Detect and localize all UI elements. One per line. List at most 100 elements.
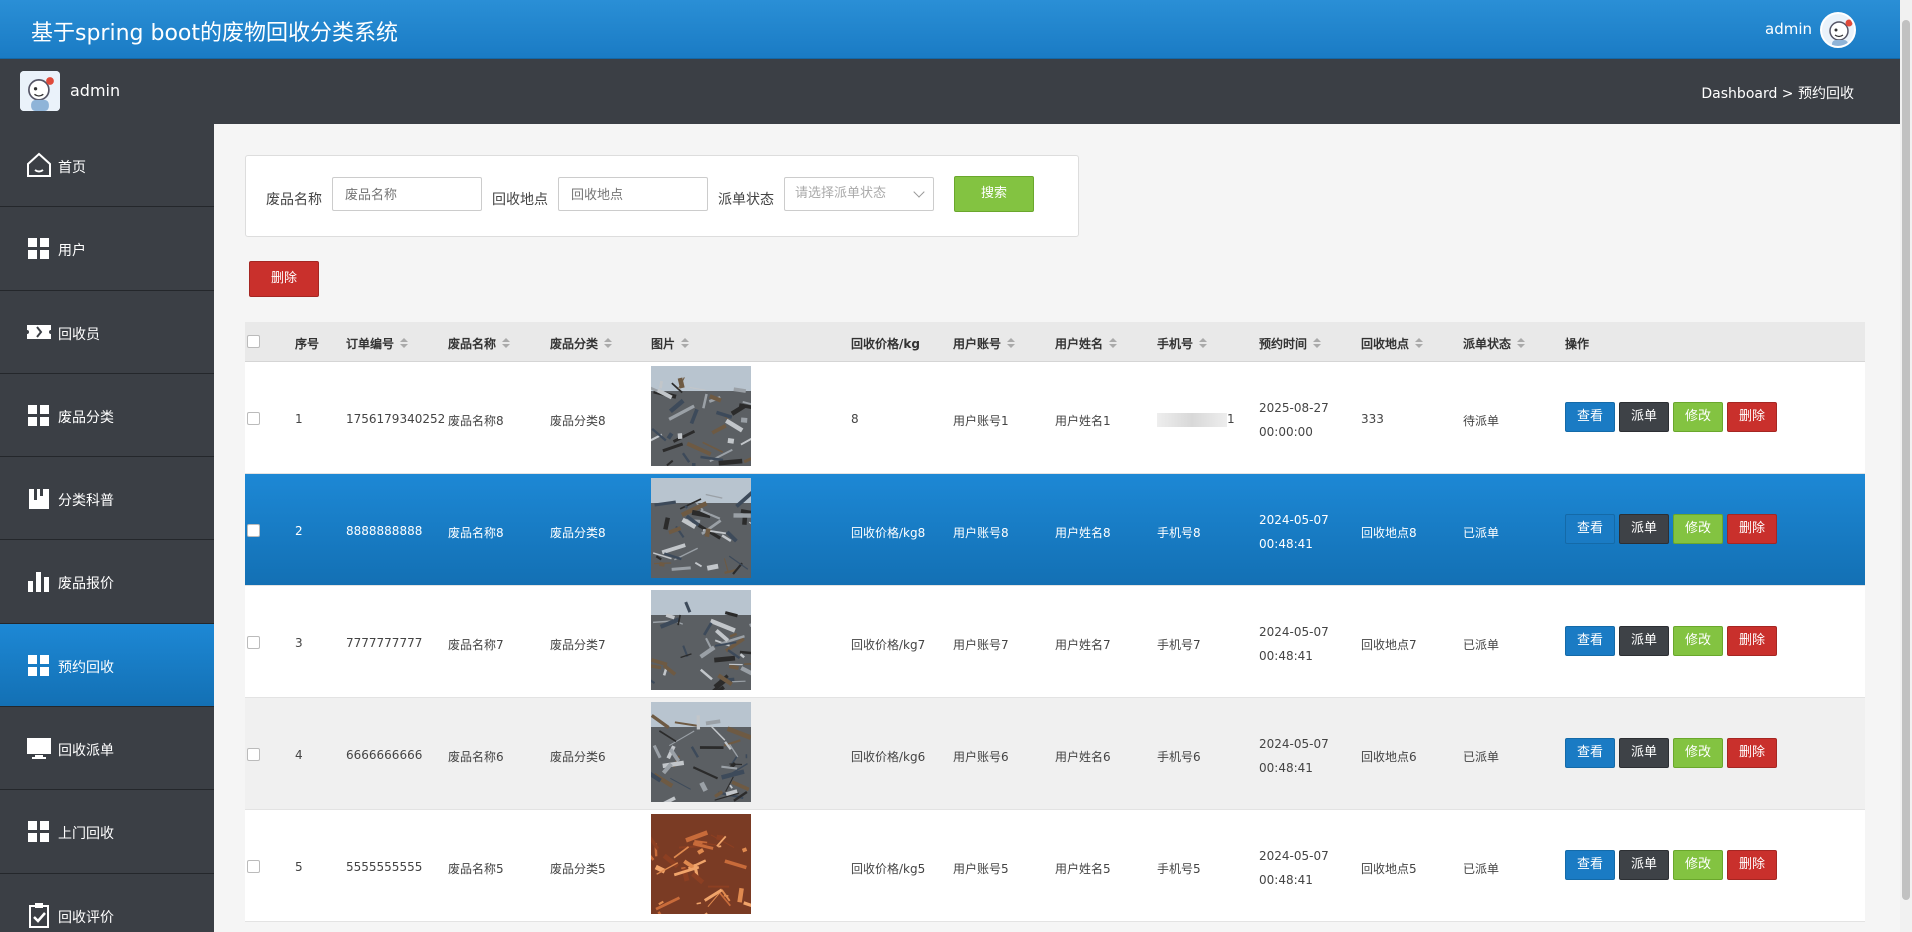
col-status[interactable]: 派单状态 [1463, 335, 1526, 352]
table-row[interactable]: 2 8888888888 废品名称8 废品分类8 回收价格/kg8 用户账号8 用户姓名8 手… [245, 474, 1865, 586]
dispatch-button[interactable]: 派单 [1619, 402, 1670, 432]
view-button[interactable]: 查看 [1565, 514, 1616, 544]
delete-button[interactable]: 删除 [1727, 738, 1778, 768]
cell-time: 2024-05-07 00:48:41 [1259, 737, 1329, 775]
col-order-no[interactable]: 订单编号 [346, 335, 409, 352]
dispatch-button[interactable]: 派单 [1619, 514, 1670, 544]
sort-icon[interactable] [1517, 338, 1526, 350]
row-checkbox[interactable] [247, 524, 260, 537]
waste-image[interactable] [651, 478, 751, 578]
col-phone[interactable]: 手机号 [1157, 335, 1208, 352]
waste-image[interactable] [651, 590, 751, 690]
sidebar-item[interactable]: 上门回收 [0, 790, 214, 874]
sidebar-item[interactable]: 回收评价 [0, 874, 214, 932]
col-username[interactable]: 用户姓名 [1055, 335, 1118, 352]
edit-button[interactable]: 修改 [1673, 850, 1724, 880]
sort-icon[interactable] [1313, 338, 1322, 350]
col-location[interactable]: 回收地点 [1361, 335, 1424, 352]
delete-button[interactable]: 删除 [1727, 514, 1778, 544]
view-button[interactable]: 查看 [1565, 402, 1616, 432]
row-checkbox[interactable] [247, 860, 260, 873]
page-scrollbar[interactable] [1900, 0, 1912, 932]
sort-icon[interactable] [502, 338, 511, 350]
waste-image[interactable] [651, 814, 751, 914]
row-actions: 查看 派单 修改 删除 [1565, 626, 1781, 656]
table-row[interactable]: 1 1756179340252 废品名称8 废品分类8 8 用户账号1 用户姓名1 1 2025… [245, 362, 1865, 474]
row-checkbox[interactable] [247, 636, 260, 649]
sort-icon[interactable] [1199, 338, 1208, 350]
sidebar-item[interactable]: 分类科普 [0, 457, 214, 541]
sidebar-item-label: 回收派单 [58, 743, 114, 760]
app-title: 基于spring boot的废物回收分类系统 [31, 21, 398, 46]
cell-status: 待派单 [1463, 414, 1500, 428]
cell-phone: 手机号7 [1157, 638, 1201, 652]
sidebar-item[interactable]: 废品分类 [0, 374, 214, 458]
row-checkbox[interactable] [247, 748, 260, 761]
sidebar-item[interactable]: 回收员 [0, 291, 214, 374]
row-checkbox[interactable] [247, 412, 260, 425]
col-account[interactable]: 用户账号 [953, 335, 1016, 352]
sidebar-item-label: 回收评价 [58, 909, 114, 926]
col-time[interactable]: 预约时间 [1259, 335, 1322, 352]
header-username[interactable]: admin [1765, 20, 1812, 38]
cell-username: 用户姓名8 [1055, 526, 1111, 540]
status-select[interactable]: 请选择派单状态 [784, 177, 934, 211]
col-time-label: 预约时间 [1259, 337, 1308, 351]
dispatch-button[interactable]: 派单 [1619, 626, 1670, 656]
col-index: 序号 [295, 337, 320, 351]
edit-button[interactable]: 修改 [1673, 626, 1724, 656]
sort-icon[interactable] [400, 338, 409, 350]
grid-icon [25, 234, 53, 262]
top-header: 基于spring boot的废物回收分类系统 admin [0, 0, 1900, 59]
cell-account: 用户账号1 [953, 414, 1009, 428]
sort-icon[interactable] [604, 338, 613, 350]
edit-button[interactable]: 修改 [1673, 402, 1724, 432]
cell-account: 用户账号6 [953, 750, 1009, 764]
location-label: 回收地点 [492, 192, 548, 208]
cell-time: 2025-08-27 00:00:00 [1259, 401, 1329, 439]
sidebar-item[interactable]: 废品报价 [0, 540, 214, 624]
view-button[interactable]: 查看 [1565, 850, 1616, 880]
waste-name-input[interactable] [332, 177, 482, 211]
cell-price: 回收价格/kg8 [851, 526, 926, 540]
cell-price: 回收价格/kg7 [851, 638, 926, 652]
waste-image[interactable] [651, 366, 751, 466]
cell-price: 回收价格/kg6 [851, 750, 926, 764]
table-row[interactable]: 5 5555555555 废品名称5 废品分类5 回收价格/kg5 用户账号5 用户姓名5 手… [245, 810, 1865, 922]
edit-button[interactable]: 修改 [1673, 514, 1724, 544]
search-button[interactable]: 搜索 [954, 176, 1034, 212]
sort-icon[interactable] [681, 338, 690, 350]
batch-delete-button[interactable]: 删除 [249, 261, 319, 297]
sidebar-item[interactable]: 用户 [0, 207, 214, 291]
scrollbar-thumb[interactable] [1902, 20, 1910, 900]
edit-button[interactable]: 修改 [1673, 738, 1724, 768]
sidebar-item[interactable]: 预约回收 [0, 623, 214, 708]
sort-icon[interactable] [1007, 338, 1016, 350]
col-waste-category-label: 废品分类 [550, 337, 599, 351]
dispatch-button[interactable]: 派单 [1619, 738, 1670, 768]
delete-button[interactable]: 删除 [1727, 402, 1778, 432]
breadcrumb[interactable]: Dashboard > 预约回收 [1701, 83, 1854, 103]
dispatch-button[interactable]: 派单 [1619, 850, 1670, 880]
view-button[interactable]: 查看 [1565, 626, 1616, 656]
sort-icon[interactable] [1415, 338, 1424, 350]
col-waste-category[interactable]: 废品分类 [550, 335, 613, 352]
cell-account: 用户账号7 [953, 638, 1009, 652]
view-button[interactable]: 查看 [1565, 738, 1616, 768]
cell-order-no: 6666666666 [346, 748, 423, 762]
delete-button[interactable]: 删除 [1727, 626, 1778, 656]
table-row[interactable]: 4 6666666666 废品名称6 废品分类6 回收价格/kg6 用户账号6 用户姓名6 手… [245, 698, 1865, 810]
cell-location: 回收地点8 [1361, 526, 1417, 540]
table-row[interactable]: 3 7777777777 废品名称7 废品分类7 回收价格/kg7 用户账号7 用户姓名7 手… [245, 586, 1865, 698]
sidebar-item[interactable]: 首页 [0, 124, 214, 208]
col-image[interactable]: 图片 [651, 335, 690, 352]
col-waste-name[interactable]: 废品名称 [448, 335, 511, 352]
sort-icon[interactable] [1109, 338, 1118, 350]
waste-image[interactable] [651, 702, 751, 802]
avatar[interactable] [1820, 12, 1856, 48]
select-all-checkbox[interactable] [247, 335, 260, 348]
cell-waste-name: 废品名称6 [448, 750, 504, 764]
location-input[interactable] [558, 177, 708, 211]
sidebar-item[interactable]: 回收派单 [0, 707, 214, 791]
delete-button[interactable]: 删除 [1727, 850, 1778, 880]
